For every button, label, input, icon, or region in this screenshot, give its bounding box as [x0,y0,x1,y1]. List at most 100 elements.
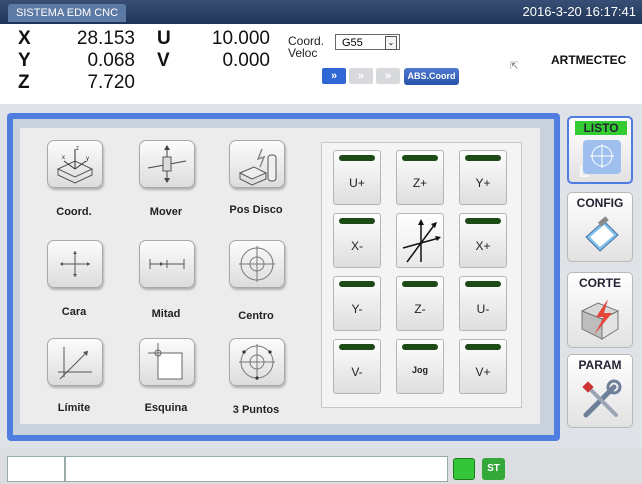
jog-label: V+ [475,365,491,379]
coord-icon: x z y [56,146,94,184]
jog-led [402,344,438,350]
jog-led [465,218,501,224]
jog-label: Y- [351,302,363,316]
jog-x-minus-button[interactable]: X- [333,213,381,268]
tool-midpoint-label: Mitad [151,308,181,320]
jog-led [402,281,438,287]
tool-limit-label: Límite [57,402,91,414]
jog-led [339,344,375,350]
jog-axes-indicator [396,213,444,268]
speed-medium-button[interactable]: » [349,68,373,84]
coord-select[interactable]: G55 ⌄ [335,34,400,50]
jog-x-plus-button[interactable]: X+ [459,213,507,268]
tool-three-points-button[interactable] [229,338,285,386]
tool-disk-position-button[interactable] [229,140,285,188]
jog-led [465,281,501,287]
svg-text:z: z [76,146,79,152]
param-label: PARAM [578,358,622,372]
tool-corner-label: Esquina [144,402,188,414]
jog-label: Z- [414,302,426,316]
tool-center-label: Centro [238,310,274,322]
status-field-left [7,456,65,482]
config-label: CONFIG [576,196,624,210]
limit-icon [58,347,92,380]
face-icon [60,251,90,277]
param-button[interactable]: PARAM [567,354,633,428]
jog-led [339,281,375,287]
jog-label: U+ [349,176,365,190]
tool-coord-button[interactable]: x z y [47,140,103,188]
axis-v-label: V [157,50,170,71]
abs-coord-button[interactable]: ABS.Coord [404,68,459,85]
jog-label: X- [351,239,363,253]
corte-button[interactable]: CORTE [567,272,633,348]
cursor-icon: ⇱ [510,61,519,72]
clipboard-icon [585,216,619,252]
target-icon [580,140,621,177]
tool-center-button[interactable] [229,240,285,288]
axis-v-value: 0.000 [222,50,270,71]
three-points-icon [239,344,275,380]
st-button[interactable]: ST [482,458,505,480]
jog-label: U- [476,302,490,316]
jog-v-minus-button[interactable]: V- [333,339,381,394]
jog-label: V- [351,365,363,379]
svg-text:x: x [62,155,65,161]
jog-led [465,344,501,350]
jog-led [339,218,375,224]
listo-label: LISTO [575,121,627,135]
jog-label: X+ [475,239,491,253]
jog-led [465,155,501,161]
tool-midpoint-button[interactable] [139,240,195,288]
axis-x-label: X [18,28,31,49]
tool-limit-button[interactable] [47,338,103,386]
cut-icon [580,299,620,340]
tool-coord-label: Coord. [56,206,92,218]
disk-position-icon [238,148,277,186]
listo-button[interactable]: LISTO [567,116,633,184]
chevron-down-icon[interactable]: ⌄ [385,36,397,50]
axis-y-value: 0.068 [87,50,135,71]
axis-x-value: 28.153 [76,28,135,49]
window-title: SISTEMA EDM CNC [8,4,127,22]
jog-v-plus-button[interactable]: V+ [459,339,507,394]
title-bar: SISTEMA EDM CNC 2016-3-20 16:17:41 [0,0,642,24]
jog-z-minus-button[interactable]: Z- [396,276,444,331]
jog-y-minus-button[interactable]: Y- [333,276,381,331]
axes-icon [402,219,441,263]
center-icon [239,246,275,282]
move-icon [147,145,187,183]
tool-face-label: Cara [61,306,87,318]
speed-slow-button[interactable]: » [376,68,400,84]
jog-label: Jog [411,365,428,375]
corte-label: CORTE [579,276,621,290]
coord-select-value: G55 [342,37,363,49]
datetime: 2016-3-20 16:17:41 [522,4,636,19]
tool-corner-button[interactable] [139,338,195,386]
jog-label: Z+ [412,176,428,190]
tool-move-button[interactable] [139,140,195,188]
veloc-label: Veloc [288,46,318,60]
tool-three-points-label: 3 Puntos [232,404,280,416]
jog-led [402,155,438,161]
tools-icon [582,379,622,418]
jog-mode-button[interactable]: Jog [396,339,444,394]
brand-name: ARTMECTEC [551,53,627,67]
tool-face-button[interactable] [47,240,103,288]
jog-z-plus-button[interactable]: Z+ [396,150,444,205]
jog-u-plus-button[interactable]: U+ [333,150,381,205]
tool-move-label: Mover [149,206,183,218]
svg-text:y: y [86,156,89,162]
jog-u-minus-button[interactable]: U- [459,276,507,331]
speed-fast-button[interactable]: » [322,68,346,84]
axis-u-value: 10.000 [211,28,270,49]
jog-label: Y+ [475,176,491,190]
status-indicator [453,458,475,480]
corner-icon [148,343,183,380]
config-button[interactable]: CONFIG [567,192,633,262]
position-header: X 28.153 Y 0.068 Z 7.720 U 10.000 V 0.00… [0,24,642,104]
tool-disk-position-label: Pos Disco [229,204,283,216]
axis-y-label: Y [18,50,31,71]
midpoint-icon [149,259,185,269]
jog-y-plus-button[interactable]: Y+ [459,150,507,205]
